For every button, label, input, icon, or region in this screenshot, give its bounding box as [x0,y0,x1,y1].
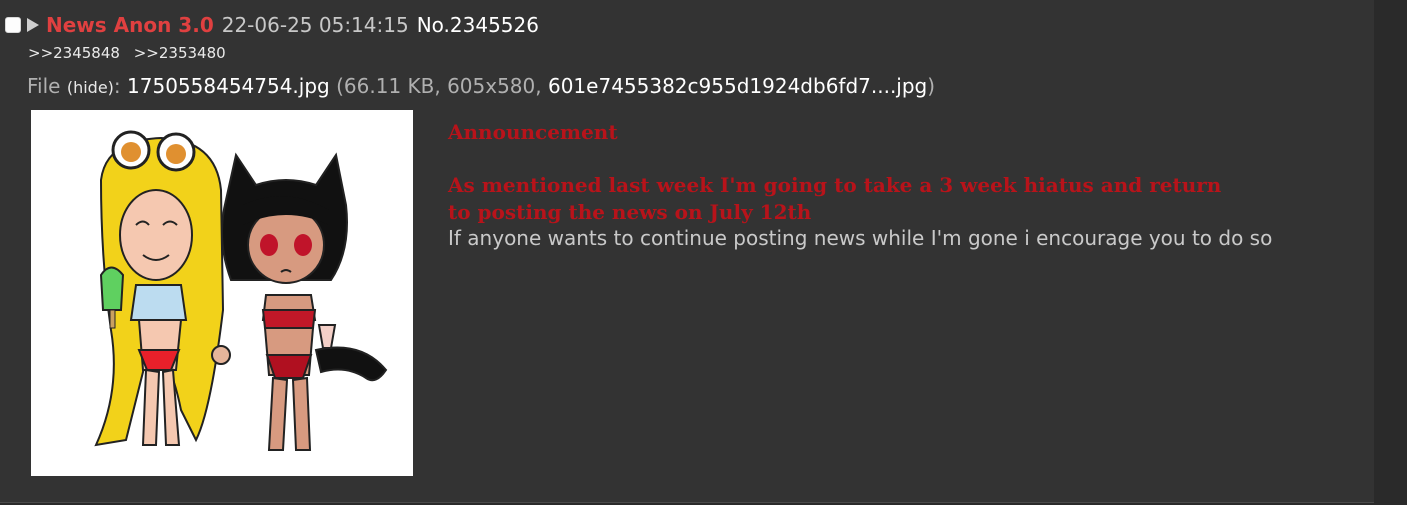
post-date: 22-06-25 05:14:15 [221,13,409,37]
select-post-checkbox[interactable] [5,17,21,33]
file-name-link[interactable]: 1750558454754.jpg [127,74,330,98]
post-body: Announcement As mentioned last week I'm … [448,119,1308,251]
backlink[interactable]: >>2345848 [28,44,120,62]
file-info-close: ) [927,74,936,98]
expand-arrow-icon[interactable] [27,18,39,32]
backlinks: >>2345848 >>2353480 [28,44,235,62]
original-file-name[interactable]: 601e7455382c955d1924db6fd7....jpg [548,74,927,98]
post-header: News Anon 3.0 22-06-25 05:14:15 No.23455… [5,13,539,37]
post-image-thumbnail[interactable] [31,110,413,476]
announcement-title: Announcement [448,120,618,144]
scrollbar-track[interactable] [1374,0,1407,505]
file-size-dimensions: (66.11 KB, 605x580, [336,74,542,98]
poster-name: News Anon 3.0 [46,13,214,37]
announcement-sub: If anyone wants to continue posting news… [448,226,1273,250]
thumbnail-illustration [94,130,388,451]
announcement-main: As mentioned last week I'm going to take… [448,173,1222,224]
file-prefix: File [27,74,61,98]
post-container: News Anon 3.0 22-06-25 05:14:15 No.23455… [0,0,1374,503]
hide-file-link[interactable]: (hide) [67,78,114,97]
post-number-link[interactable]: No.2345526 [417,13,539,37]
backlink[interactable]: >>2353480 [134,44,226,62]
file-info: File (hide): 1750558454754.jpg (66.11 KB… [27,74,936,98]
